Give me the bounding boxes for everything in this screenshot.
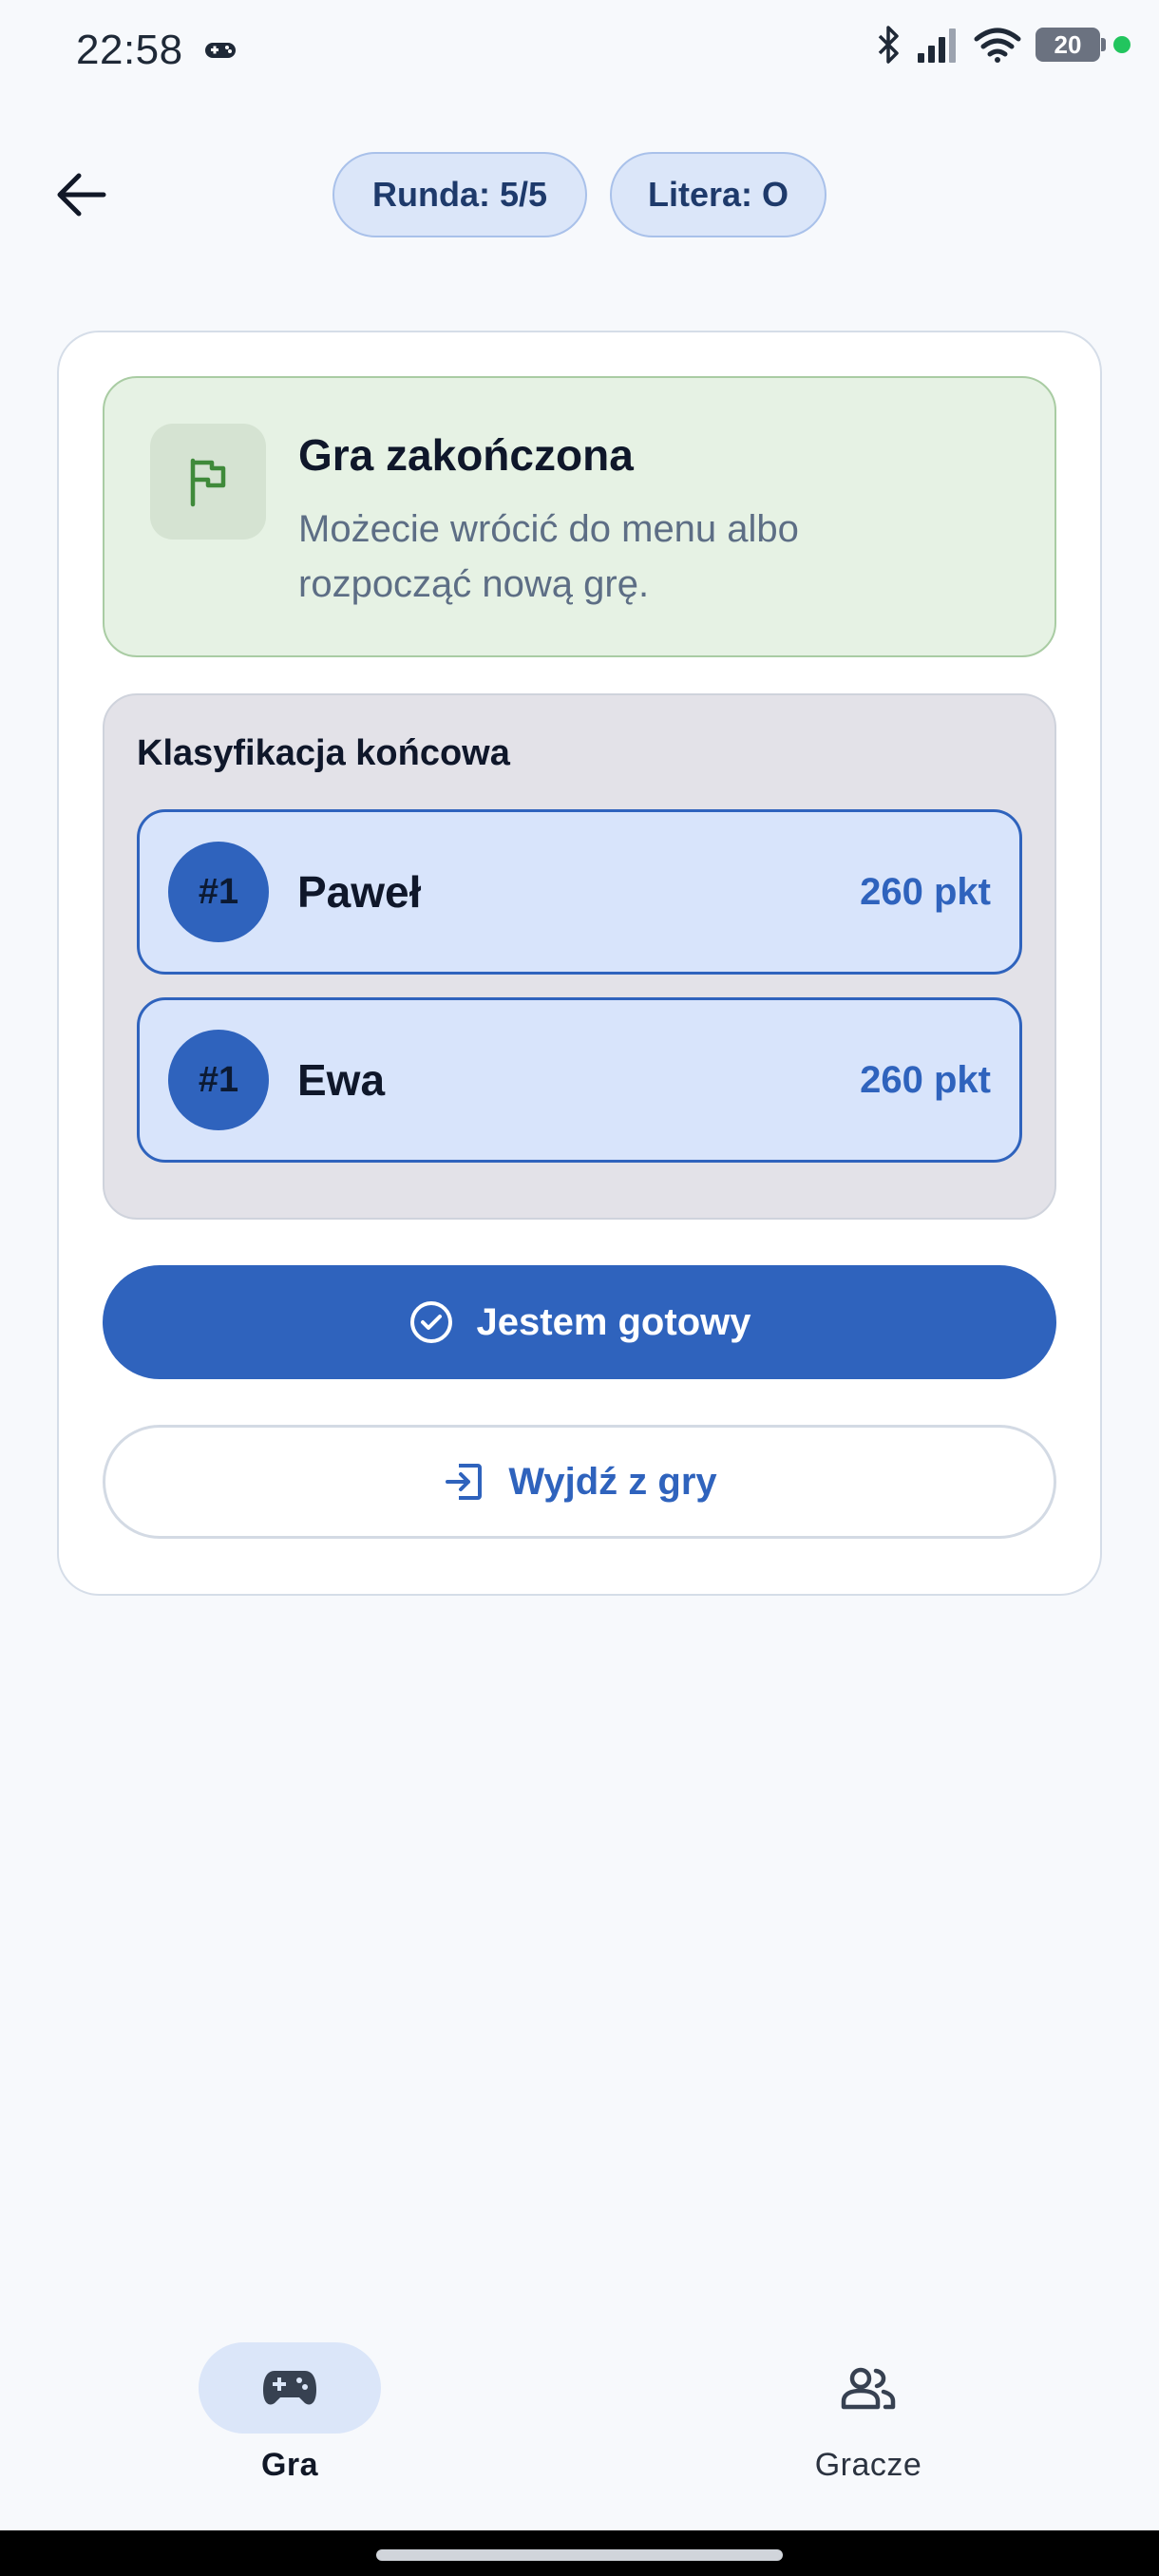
gamepad-status-icon (205, 43, 236, 58)
gamepad-icon (263, 2371, 316, 2405)
check-circle-icon (409, 1301, 452, 1343)
flag-icon-container (150, 424, 266, 540)
nav-indicator (777, 2342, 960, 2434)
privacy-dot (1113, 36, 1130, 53)
exit-icon (446, 1464, 483, 1500)
ready-button-label: Jestem gotowy (476, 1300, 751, 1343)
status-icons: 20 (874, 25, 1130, 65)
wifi-icon (974, 28, 1021, 63)
ranking-row: #1 Ewa 260 pkt (137, 997, 1022, 1163)
round-chip: Runda: 5/5 (332, 152, 587, 237)
letter-chip: Litera: O (610, 152, 826, 237)
player-score: 260 pkt (860, 1058, 991, 1101)
nav-label-gracze: Gracze (814, 2447, 922, 2483)
nav-indicator (199, 2342, 381, 2434)
ranking-row: #1 Paweł 260 pkt (137, 809, 1022, 975)
game-finished-title: Gra zakończona (298, 430, 634, 480)
game-finished-subtitle: Możecie wrócić do menu albo rozpocząć no… (298, 508, 799, 605)
gesture-handle[interactable] (376, 2549, 783, 2561)
status-time: 22:58 (76, 27, 183, 73)
signal-icon (918, 28, 956, 63)
exit-button-label: Wyjdź z gry (508, 1460, 717, 1503)
player-score: 260 pkt (860, 870, 991, 913)
back-button[interactable] (38, 152, 124, 237)
ranking-title: Klasyfikacja końcowa (137, 733, 510, 773)
exit-game-button[interactable]: Wyjdź z gry (103, 1425, 1056, 1539)
nav-item-gracze[interactable]: Gracze (726, 2342, 1011, 2494)
rank-badge: #1 (168, 1030, 269, 1130)
bluetooth-icon (878, 26, 899, 64)
rank-badge: #1 (168, 842, 269, 942)
player-name: Ewa (297, 1055, 386, 1105)
ready-button[interactable]: Jestem gotowy (103, 1265, 1056, 1379)
nav-label-gra: Gra (260, 2447, 319, 2483)
player-name: Paweł (297, 867, 422, 917)
flag-icon (190, 458, 226, 507)
battery-icon: 20 (1036, 28, 1106, 62)
arrow-left-icon (57, 173, 106, 217)
nav-item-gra[interactable]: Gra (147, 2342, 432, 2494)
people-icon (841, 2367, 896, 2410)
